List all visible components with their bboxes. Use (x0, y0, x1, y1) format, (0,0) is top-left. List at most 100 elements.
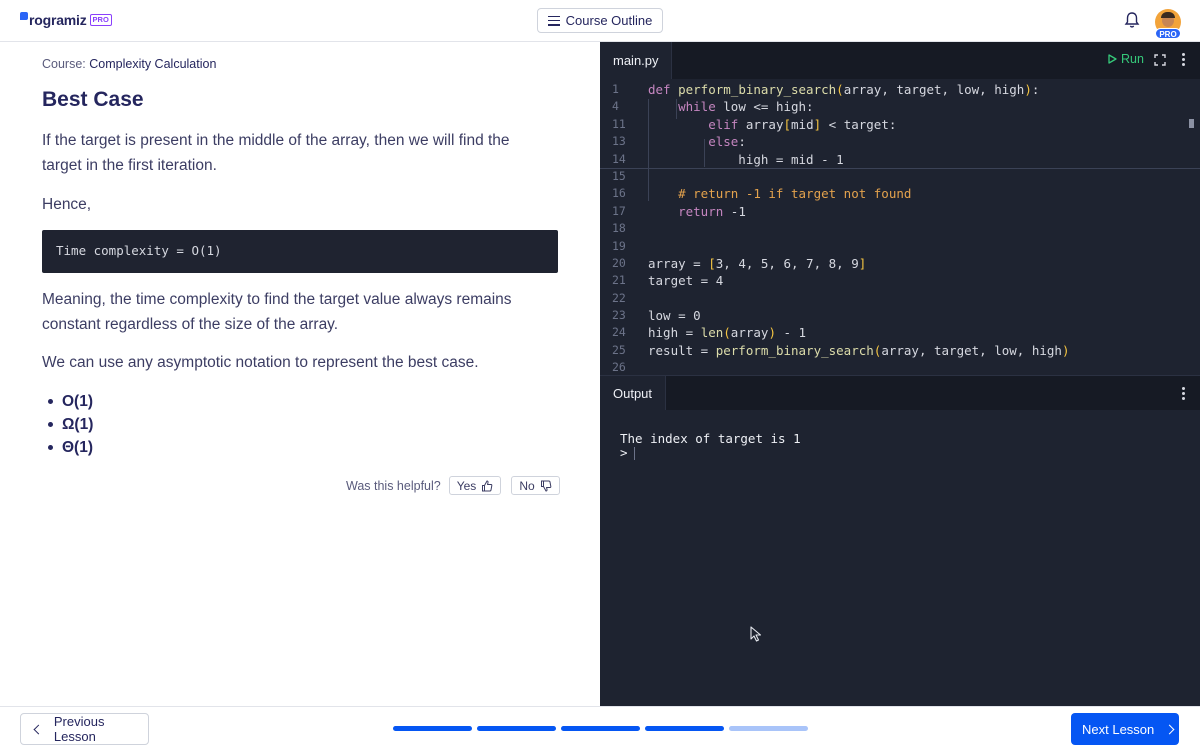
code-line: 24 high = len(array) - 1 (600, 324, 1200, 341)
code-text: target = 4 (648, 273, 724, 289)
progress-segment (645, 726, 724, 731)
line-number: 26 (612, 360, 626, 375)
list-item: O(1) (48, 390, 93, 413)
code-text: array = [3, 4, 5, 6, 7, 8, 9] (648, 255, 867, 271)
play-icon (1108, 54, 1117, 64)
code-line: 25 result = perform_binary_search(array, … (600, 342, 1200, 359)
code-line: 19 (600, 238, 1200, 255)
no-button[interactable]: No (511, 476, 560, 495)
line-number: 14 (612, 151, 626, 166)
run-label: Run (1121, 52, 1144, 66)
code-line: 18 (600, 220, 1200, 237)
list-item: Ω(1) (48, 413, 93, 436)
line-number: 21 (612, 273, 626, 288)
top-bar: rogramiz PRO Course Outline PRO (0, 0, 1200, 42)
lesson-title: Best Case (42, 88, 144, 111)
code-text: # return -1 if target not found (648, 186, 912, 202)
thumbs-up-icon (482, 479, 493, 491)
list-item: Θ(1) (48, 436, 93, 459)
output-more-icon[interactable] (1182, 387, 1185, 400)
notation-list: O(1) Ω(1) Θ(1) (48, 390, 93, 459)
line-number: 20 (612, 255, 626, 270)
course-breadcrumb: Course: Complexity Calculation (42, 57, 216, 71)
output-line: The index of target is 1 (620, 431, 801, 446)
yes-label: Yes (456, 478, 477, 493)
editor-tab-bar: main.py Run (600, 42, 1200, 79)
progress-segment (561, 726, 640, 731)
code-line: 15 (600, 168, 1200, 185)
course-outline-button[interactable]: Course Outline (537, 8, 663, 33)
lesson-footer: Previous Lesson Next Lesson (0, 706, 1200, 750)
code-text: high = len(array) - 1 (648, 325, 807, 341)
code-snippet: Time complexity = O(1) (42, 230, 558, 273)
previous-lesson-label: Previous Lesson (53, 714, 105, 744)
line-number: 25 (612, 342, 626, 357)
chevron-right-icon (1164, 724, 1175, 734)
previous-lesson-button[interactable]: Previous Lesson (20, 713, 149, 745)
line-number: 1 (612, 82, 619, 96)
list-icon (547, 15, 560, 26)
code-text: while low <= high: (678, 99, 814, 115)
fullscreen-icon[interactable] (1154, 54, 1166, 66)
course-prefix: Course: (42, 57, 86, 71)
line-number: 22 (612, 290, 626, 305)
code-line: 17 return -1 (600, 203, 1200, 220)
feedback-row: Was this helpful? Yes No (346, 476, 560, 495)
mouse-cursor-icon (750, 626, 762, 642)
run-button[interactable]: Run (1108, 52, 1144, 66)
code-line: 13 else: (600, 133, 1200, 150)
no-label: No (519, 478, 535, 493)
progress-segment (393, 726, 472, 731)
line-number: 19 (612, 238, 626, 253)
text-caret (633, 447, 635, 460)
line-number: 16 (612, 186, 626, 201)
next-lesson-button[interactable]: Next Lesson (1071, 713, 1179, 745)
code-line: 1 def perform_binary_search(array, target… (600, 81, 1200, 98)
code-line: 23 low = 0 (600, 307, 1200, 324)
editor-more-icon[interactable] (1182, 53, 1185, 66)
line-number: 15 (612, 168, 626, 183)
line-number: 11 (612, 116, 626, 131)
course-name: Complexity Calculation (89, 57, 217, 71)
next-lesson-label: Next Lesson (1082, 721, 1155, 737)
code-area[interactable]: 1 def perform_binary_search(array, target… (600, 79, 1200, 375)
lesson-paragraph-1: If the target is present in the middle o… (42, 132, 510, 174)
line-number: 4 (612, 99, 619, 114)
progress-segment (477, 726, 556, 731)
course-outline-label: Course Outline (565, 13, 653, 28)
code-text: low = 0 (648, 308, 701, 324)
code-text: else: (708, 134, 746, 150)
lesson-paragraph-4: We can use any asymptotic notation to re… (42, 354, 479, 371)
lesson-paragraph-2: Hence, (42, 196, 92, 213)
code-text: def perform_binary_search(array, target,… (648, 82, 1040, 97)
code-text: return -1 (678, 203, 746, 219)
chevron-left-icon (33, 724, 44, 734)
tab-output[interactable]: Output (600, 376, 666, 410)
code-line: 14 high = mid - 1 (600, 151, 1200, 168)
code-text: result = perform_binary_search(array, ta… (648, 342, 1070, 358)
line-number: 13 (612, 134, 626, 149)
code-line: 26 (600, 359, 1200, 375)
line-number: 18 (612, 221, 626, 236)
code-editor: main.py Run 1 def perform_binary_search(a… (600, 42, 1200, 375)
feedback-question: Was this helpful? (346, 478, 441, 493)
tab-main-py[interactable]: main.py (600, 42, 672, 79)
progress-segment (729, 726, 808, 731)
yes-button[interactable]: Yes (448, 476, 502, 495)
line-number: 17 (612, 203, 626, 218)
code-line: 20 array = [3, 4, 5, 6, 7, 8, 9] (600, 255, 1200, 272)
code-text: high = mid - 1 (648, 151, 844, 167)
logo-text: rogramiz (29, 12, 87, 28)
output-tab-bar: Output (600, 376, 1200, 410)
lesson-progress (393, 726, 808, 731)
code-line: 11 elif array[mid] < target: (600, 116, 1200, 133)
console-prompt: > (620, 445, 628, 460)
programiz-logo[interactable]: rogramiz PRO (20, 12, 112, 28)
lesson-paragraph-3: Meaning, the time complexity to find the… (42, 291, 512, 333)
bell-icon[interactable] (1124, 11, 1140, 29)
code-line: 22 (600, 290, 1200, 307)
output-panel: Output The index of target is 1 > (600, 375, 1200, 706)
code-text: elif array[mid] < target: (708, 116, 897, 132)
output-console[interactable]: The index of target is 1 > (620, 432, 801, 460)
line-number: 23 (612, 308, 626, 323)
